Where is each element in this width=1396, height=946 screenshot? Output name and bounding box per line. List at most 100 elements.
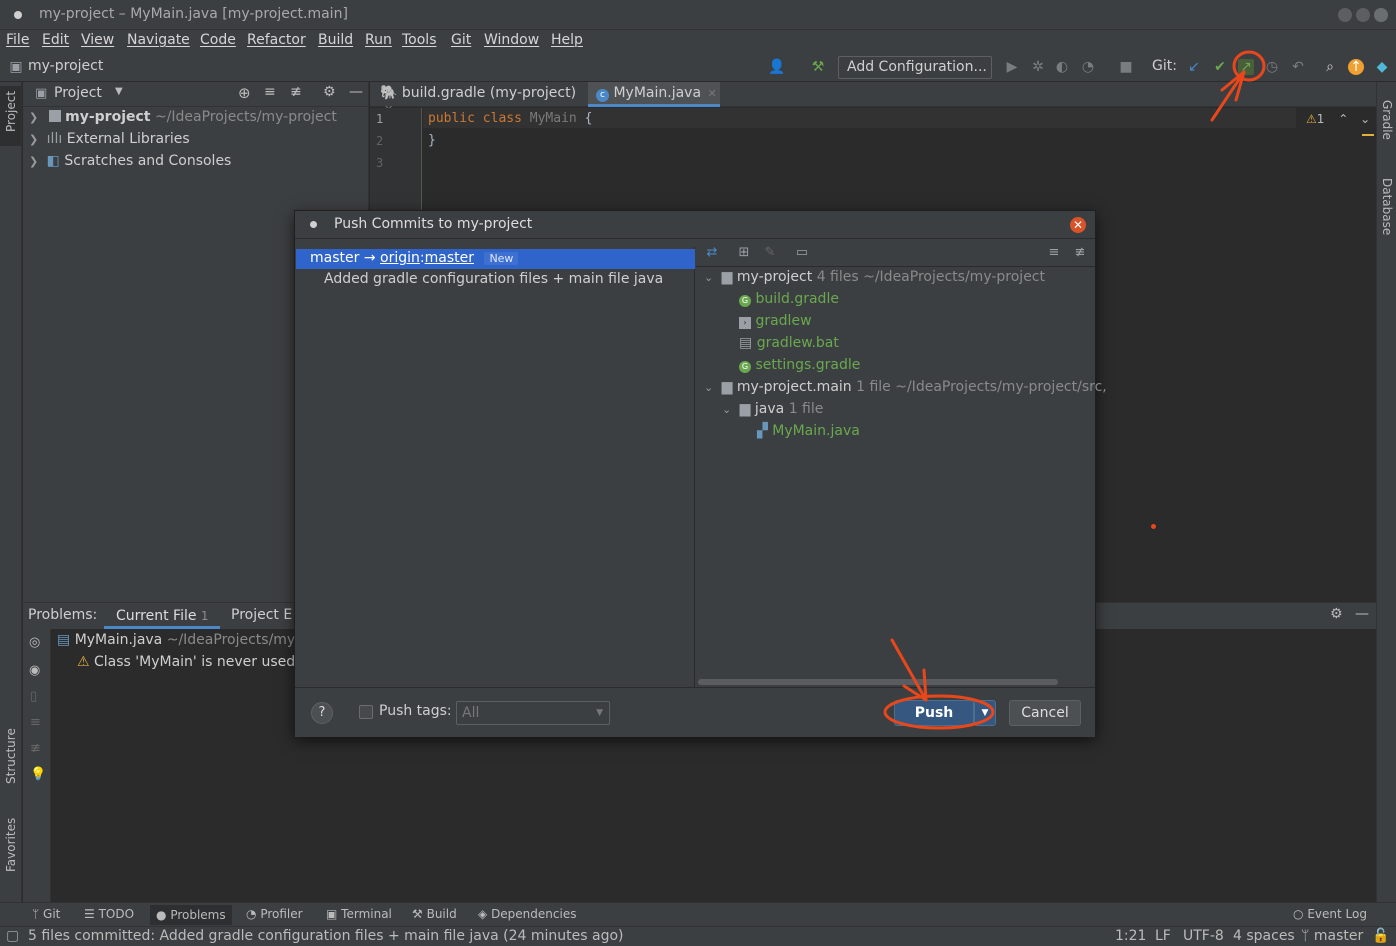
close-window-button[interactable] — [1374, 8, 1388, 22]
plugin-icon[interactable]: ◆ — [1374, 59, 1390, 75]
menu-window[interactable]: Window — [484, 32, 539, 48]
warning-stripe-marker[interactable] — [1362, 134, 1374, 136]
lock-icon[interactable]: 🔓 — [1372, 928, 1389, 944]
menu-build[interactable]: Build — [318, 32, 353, 48]
coverage-icon[interactable]: ◐ — [1054, 59, 1070, 75]
horizontal-scrollbar[interactable] — [698, 679, 1058, 685]
tool-tab-dependencies[interactable]: ◈ Dependencies — [478, 907, 576, 921]
chevron-down-icon[interactable]: ⌄ — [722, 403, 731, 416]
tab-project-errors[interactable]: Project E — [231, 607, 292, 623]
tool-tab-build[interactable]: ⚒ Build — [412, 907, 457, 921]
lightbulb-icon[interactable]: 💡 — [30, 767, 46, 782]
chevron-right-icon[interactable]: ❯ — [29, 111, 38, 124]
push-button[interactable]: Push — [894, 700, 974, 726]
expand-all-icon[interactable]: ≡ — [264, 84, 276, 100]
menu-git[interactable]: Git — [451, 32, 471, 48]
hide-panel-icon[interactable]: — — [1355, 606, 1369, 622]
favorites-tab-label[interactable]: Favorites — [4, 818, 18, 872]
search-icon[interactable]: ⌕ — [1322, 59, 1338, 75]
tab-mymain-java[interactable]: c MyMain.java ✕ — [588, 82, 720, 107]
gradle-tab-label[interactable]: Gradle — [1380, 100, 1394, 140]
inspection-widget[interactable]: ⚠1 ⌃ ⌄ — [1306, 112, 1370, 126]
preview-diff-icon[interactable]: ▭ — [794, 245, 810, 261]
file-gradlew[interactable]: › gradlew — [739, 313, 812, 335]
collapse-all-icon[interactable]: ≢ — [290, 84, 302, 100]
eye-icon[interactable]: ◉ — [29, 663, 40, 678]
push-icon[interactable]: ↗ — [1238, 59, 1254, 75]
commit-message-row[interactable]: Added gradle configuration files + main … — [324, 271, 663, 287]
minimize-button[interactable] — [1338, 8, 1352, 22]
collapse-icon[interactable]: ≢ — [30, 741, 41, 756]
tree-item-my-project[interactable]: ❯ my-project ~/IdeaProjects/my-project — [29, 109, 337, 131]
push-tags-select[interactable]: All ▼ — [456, 701, 610, 725]
chevron-down-icon[interactable]: ⌄ — [704, 381, 713, 394]
tool-tab-terminal[interactable]: ▣ Terminal — [326, 907, 392, 921]
menu-run[interactable]: Run — [365, 32, 392, 48]
indent-setting[interactable]: 4 spaces — [1233, 928, 1295, 944]
status-message[interactable]: 5 files committed: Added gradle configur… — [28, 928, 624, 944]
database-tab-label[interactable]: Database — [1380, 178, 1394, 235]
preview-icon[interactable]: ▯ — [30, 689, 37, 704]
auto-scroll-icon[interactable]: ◎ — [29, 635, 40, 650]
project-view-selector[interactable]: Project — [54, 85, 102, 101]
file-build-gradle[interactable]: G build.gradle — [739, 291, 839, 313]
event-log-button[interactable]: ○ Event Log — [1293, 907, 1367, 921]
remote-name-link[interactable]: origin — [380, 250, 420, 266]
tree-node-java[interactable]: ⌄ ▆ java 1 file — [722, 401, 823, 423]
expand-icon[interactable]: ≡ — [30, 715, 41, 730]
tree-node-my-project-main[interactable]: ⌄ ▆ my-project.main 1 file ~/IdeaProject… — [704, 379, 1107, 401]
tool-tab-git[interactable]: ᛘ Git — [32, 907, 60, 921]
update-project-icon[interactable]: ↙ — [1186, 59, 1202, 75]
tool-tab-problems[interactable]: ● Problems — [150, 905, 232, 925]
tree-item-external-libraries[interactable]: ❯ ıllı External Libraries — [29, 131, 190, 153]
collapse-all-icon[interactable]: ≢ — [1072, 245, 1088, 261]
update-icon[interactable]: ↑ — [1348, 59, 1364, 75]
hide-panel-icon[interactable]: — — [349, 84, 363, 100]
menu-view[interactable]: View — [81, 32, 114, 48]
menu-navigate[interactable]: Navigate — [127, 32, 190, 48]
gear-icon[interactable]: ⚙ — [1330, 606, 1343, 622]
status-toggle-icon[interactable]: ▢ — [6, 928, 19, 944]
line-separator[interactable]: LF — [1155, 928, 1171, 944]
push-options-dropdown[interactable]: ▼ — [974, 700, 996, 726]
help-button[interactable]: ? — [311, 702, 333, 724]
chevron-down-icon[interactable]: ⌄ — [1360, 112, 1370, 126]
chevron-down-icon[interactable]: ⌄ — [704, 271, 713, 284]
close-icon[interactable]: ✕ — [707, 87, 716, 100]
maximize-button[interactable] — [1356, 8, 1370, 22]
menu-code[interactable]: Code — [200, 32, 236, 48]
history-icon[interactable]: ◷ — [1264, 59, 1280, 75]
project-tab-label[interactable]: Project — [4, 91, 18, 132]
user-icon[interactable]: 👤 — [768, 59, 785, 75]
menu-tools[interactable]: Tools — [402, 32, 437, 48]
commit-icon[interactable]: ✔ — [1212, 59, 1228, 75]
edit-icon[interactable]: ✎ — [762, 245, 778, 261]
structure-tab-label[interactable]: Structure — [4, 728, 18, 784]
expand-all-icon[interactable]: ≡ — [1046, 245, 1062, 261]
add-configuration-button[interactable]: Add Configuration... — [838, 56, 992, 79]
tool-tab-profiler[interactable]: ◔ Profiler — [246, 907, 303, 921]
file-mymain-java[interactable]: ▞ MyMain.java — [757, 423, 860, 445]
problem-row[interactable]: ⚠ Class 'MyMain' is never used:1 — [77, 654, 309, 670]
tab-current-file[interactable]: Current File 1 — [104, 603, 220, 629]
debug-icon[interactable]: ✲ — [1030, 59, 1046, 75]
tree-item-scratches[interactable]: ❯ ◧ Scratches and Consoles — [29, 153, 231, 175]
menu-file[interactable]: File — [6, 32, 29, 48]
diff-icon[interactable]: ⇄ — [704, 245, 720, 261]
chevron-down-icon[interactable]: ▼ — [115, 86, 123, 97]
file-gradlew-bat[interactable]: ▤ gradlew.bat — [739, 335, 839, 357]
push-tags-checkbox[interactable] — [359, 705, 373, 719]
problem-file-row[interactable]: ▤ MyMain.java ~/IdeaProjects/my- — [57, 632, 300, 648]
branch-row[interactable]: master → origin:master New — [296, 249, 695, 269]
caret-position[interactable]: 1:21 — [1115, 928, 1146, 944]
cancel-button[interactable]: Cancel — [1009, 700, 1081, 726]
profile-icon[interactable]: ◔ — [1080, 59, 1096, 75]
file-encoding[interactable]: UTF-8 — [1183, 928, 1224, 944]
stop-icon[interactable]: ■ — [1118, 59, 1134, 75]
tool-tab-todo[interactable]: ☰ TODO — [84, 907, 134, 921]
rollback-icon[interactable]: ↶ — [1290, 59, 1306, 75]
breadcrumb-project[interactable]: my-project — [28, 58, 103, 74]
menu-refactor[interactable]: Refactor — [247, 32, 306, 48]
tab-build-gradle[interactable]: 🐘 build.gradle (my-project) ✕ — [370, 82, 586, 116]
run-icon[interactable]: ▶ — [1004, 59, 1020, 75]
